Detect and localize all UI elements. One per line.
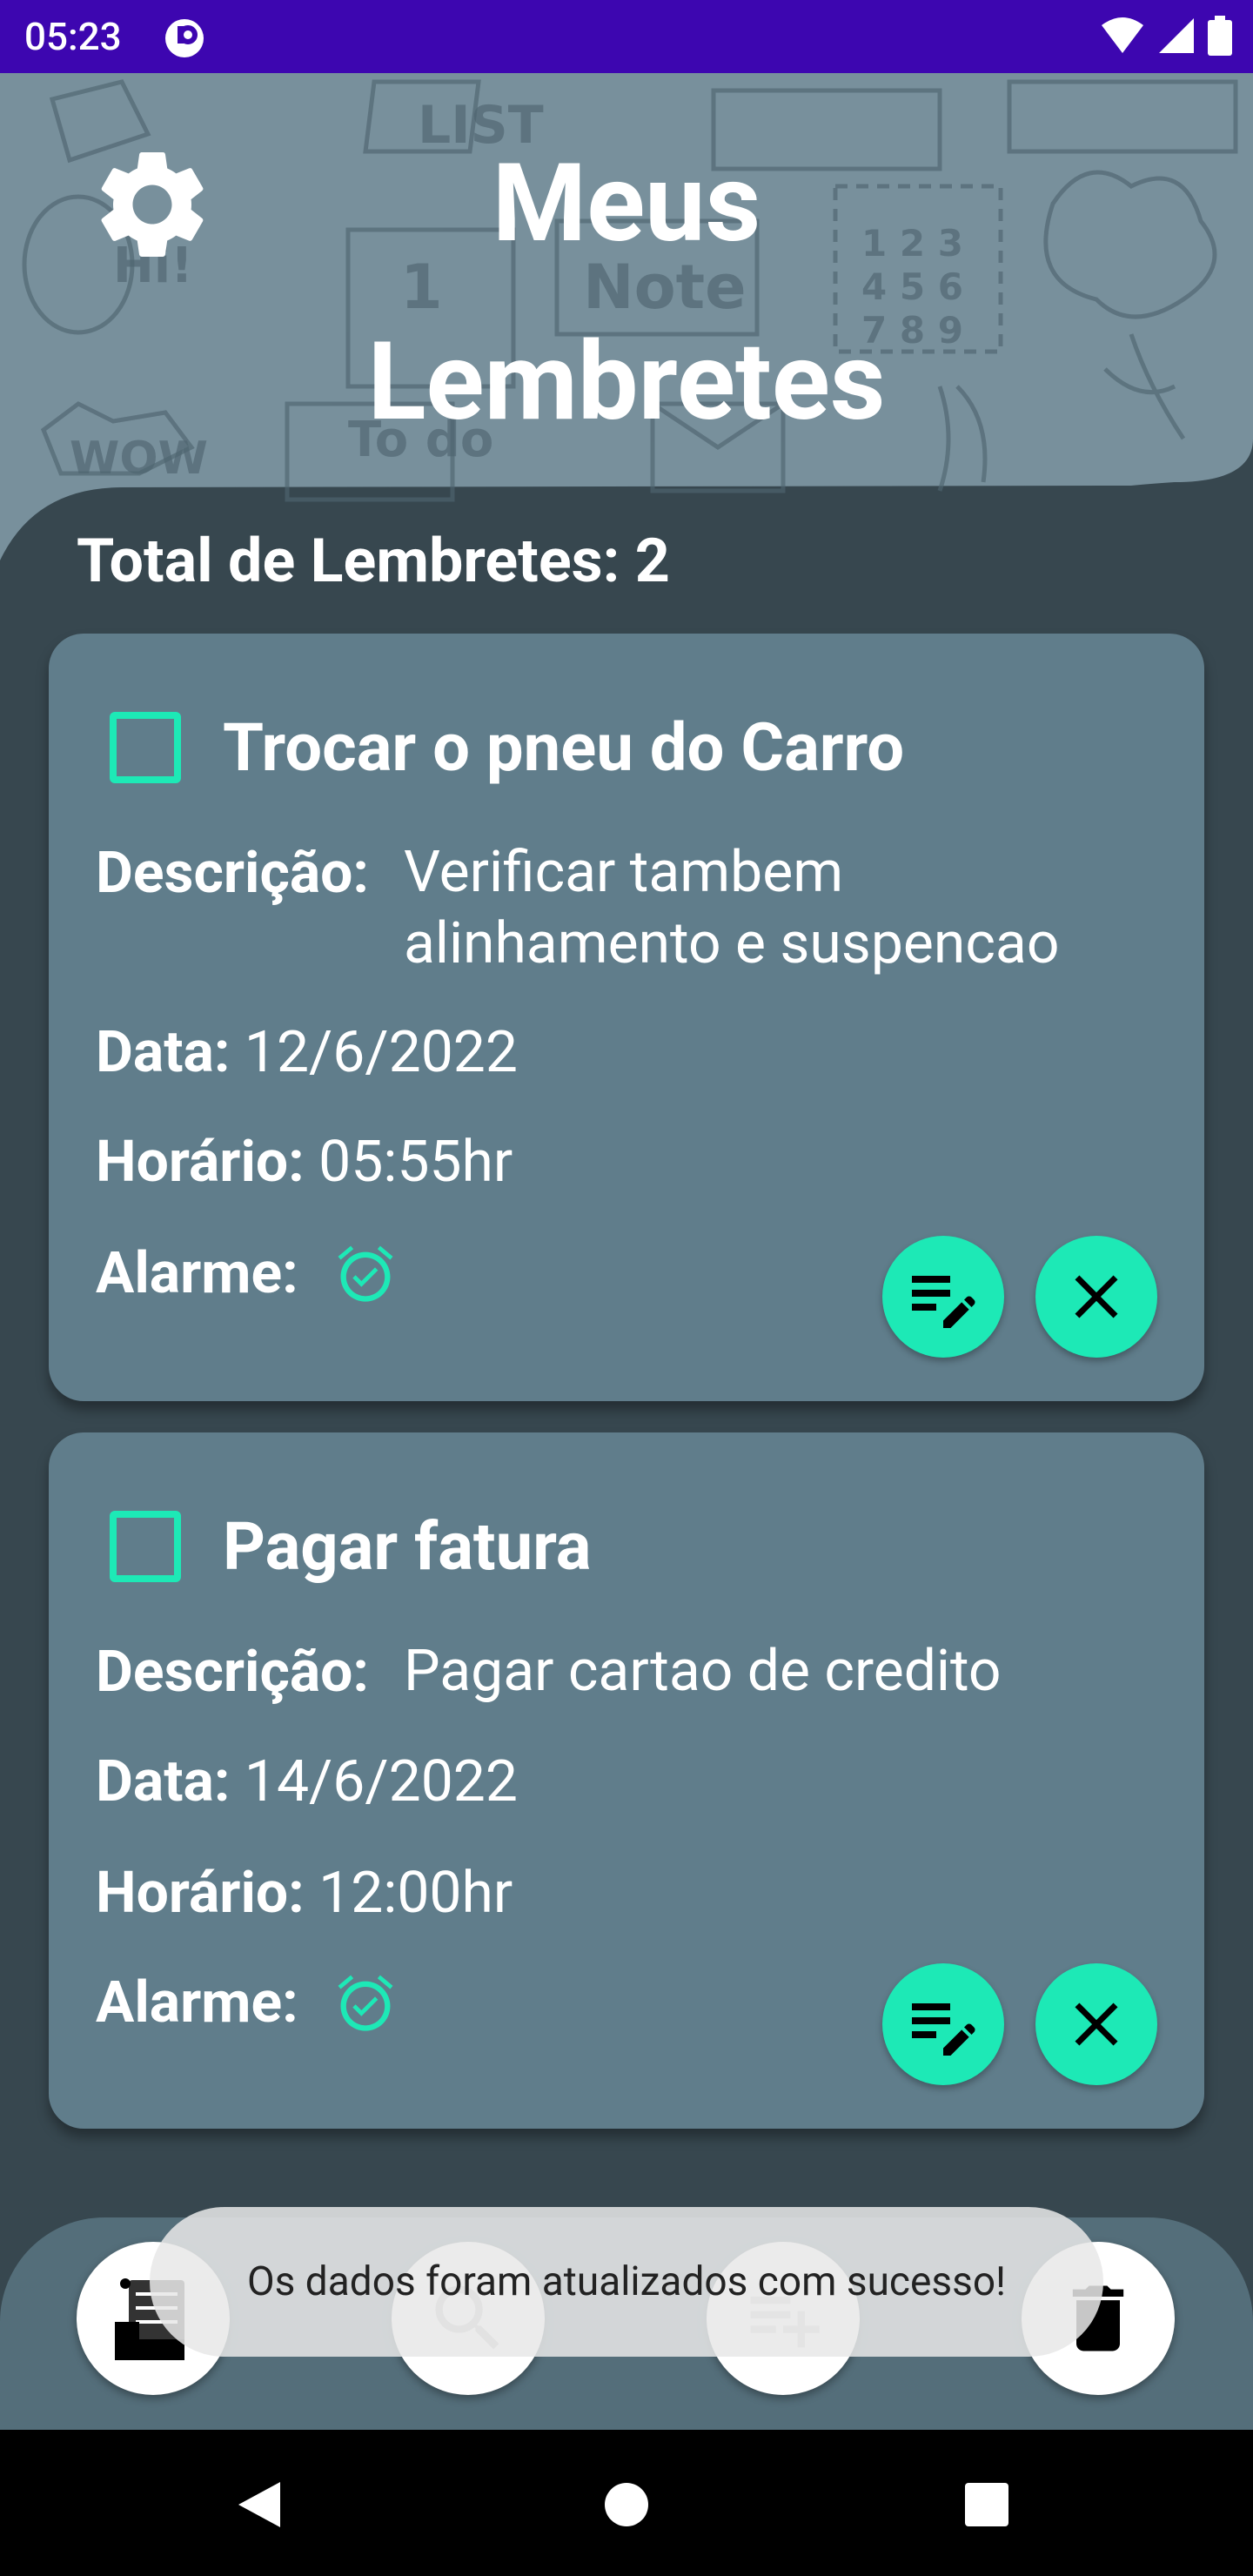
time-label: Horário:	[96, 1129, 319, 1196]
alarm-check-icon	[332, 1241, 399, 1311]
recents-square-icon	[965, 2483, 1008, 2526]
description-line: alinhamento e suspencao	[404, 910, 1060, 977]
description-label: Descrição:	[96, 1639, 370, 1706]
edit-note-icon	[912, 2003, 975, 2056]
date-value: 14/6/2022	[244, 1748, 518, 1815]
alarm-label: Alarme:	[96, 1240, 298, 1307]
status-time: 05:23	[24, 14, 122, 59]
alarm-check-icon	[332, 1970, 399, 2040]
back-triangle-icon	[238, 2482, 280, 2527]
reminder-card: Pagar fatura Descrição: Pagar cartao de …	[49, 1432, 1204, 2129]
date-label: Data:	[96, 1019, 245, 1086]
total-reminders-label: Total de Lembretes: 2	[77, 526, 670, 597]
svg-text:4 5 6: 4 5 6	[861, 265, 963, 308]
status-icons	[1100, 16, 1232, 56]
reminder-checkbox[interactable]	[110, 712, 181, 783]
toast-message: Os dados foram atualizados com sucesso!	[150, 2207, 1103, 2357]
system-navigation-bar	[0, 2430, 1253, 2576]
close-icon	[1075, 1275, 1118, 1318]
description-label: Descrição:	[96, 840, 370, 907]
reminder-checkbox[interactable]	[110, 1511, 181, 1582]
alarm-row: Alarme:	[96, 1238, 298, 1311]
home-circle-icon	[605, 2483, 648, 2526]
battery-icon	[1208, 16, 1232, 56]
delete-reminder-button[interactable]	[1035, 1963, 1157, 2085]
description-value: Verificar tambem alinhamento e suspencao	[404, 837, 1059, 980]
alarm-row: Alarme:	[96, 1967, 298, 2040]
wifi-icon	[1102, 17, 1143, 53]
back-button[interactable]	[235, 2479, 284, 2534]
recents-button[interactable]	[964, 2482, 1009, 2531]
edit-reminder-button[interactable]	[882, 1963, 1004, 2085]
date-value: 12/6/2022	[244, 1019, 518, 1086]
description-row: Descrição:	[96, 1636, 369, 1709]
time-value: 05:55hr	[318, 1129, 513, 1196]
time-label: Horário:	[96, 1860, 319, 1927]
reminder-title: Pagar fatura	[223, 1507, 592, 1586]
time-value: 12:00hr	[318, 1860, 513, 1927]
description-line: Verificar tambem	[404, 839, 844, 906]
description-value: Pagar cartao de credito	[404, 1636, 1002, 1707]
edit-note-icon	[912, 1276, 975, 1328]
reminder-card: Trocar o pneu do Carro Descrição: Verifi…	[49, 634, 1204, 1401]
delete-reminder-button[interactable]	[1035, 1236, 1157, 1358]
date-row: Data: 14/6/2022	[96, 1746, 518, 1819]
date-row: Data: 12/6/2022	[96, 1016, 518, 1090]
reminder-title: Trocar o pneu do Carro	[223, 708, 905, 787]
time-row: Horário: 05:55hr	[96, 1126, 513, 1199]
home-button[interactable]	[604, 2482, 649, 2531]
page-title-line2: Lembretes	[367, 319, 886, 446]
description-row: Descrição:	[96, 837, 369, 910]
alarm-label: Alarme:	[96, 1969, 298, 2036]
signal-icon	[1159, 18, 1194, 53]
description-line: Pagar cartao de credito	[404, 1638, 1002, 1705]
toast-text: Os dados foram atualizados com sucesso!	[247, 2258, 1006, 2305]
page-title-line1: Meus	[492, 141, 761, 267]
time-row: Horário: 12:00hr	[96, 1857, 513, 1930]
edit-reminder-button[interactable]	[882, 1236, 1004, 1358]
close-icon	[1075, 2002, 1118, 2046]
app-notification-icon	[164, 17, 205, 63]
date-label: Data:	[96, 1748, 245, 1815]
